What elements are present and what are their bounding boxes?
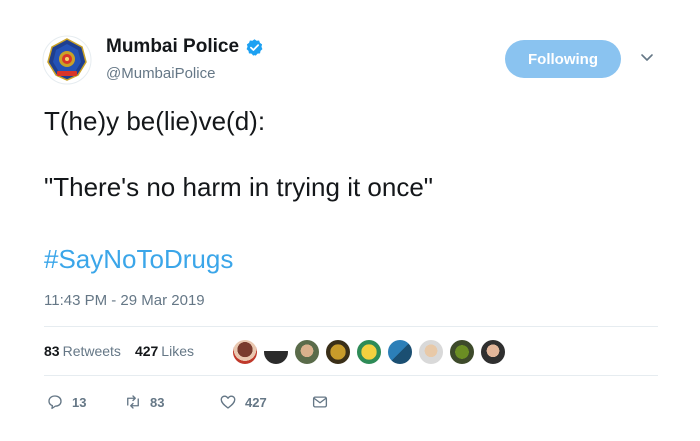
likes-count: 427 [134,343,159,359]
tweet-timestamp[interactable]: 11:43 PM - 29 Mar 2019 [44,292,205,309]
author-name-row: Mumbai Police [106,36,264,58]
liker-avatar[interactable] [480,339,506,365]
liker-avatar[interactable] [294,339,320,365]
retweet-button[interactable]: 83 [124,393,219,411]
following-button[interactable]: Following [505,40,621,78]
likes-label: Likes [161,343,194,359]
reply-count: 13 [72,394,87,410]
liker-avatar[interactable] [325,339,351,365]
retweets-stat[interactable]: 83 Retweets [44,343,121,359]
direct-message-button[interactable] [311,393,337,411]
verified-badge-icon [246,38,263,56]
likes-stat[interactable]: 427 Likes [135,343,194,359]
chevron-down-icon[interactable] [640,53,654,63]
like-button[interactable]: 427 [219,393,311,411]
author-handle[interactable]: @MumbaiPolice [106,65,215,82]
liker-avatar[interactable] [356,339,382,365]
hashtag-link[interactable]: #SayNoToDrugs [44,244,233,275]
envelope-icon [312,396,328,408]
author-avatar[interactable] [42,35,92,85]
tweet-text-line-2: "There's no harm in trying it once" [44,172,434,202]
liker-avatar[interactable] [232,339,258,365]
divider-bottom [44,375,658,376]
mumbai-police-emblem-icon [42,35,92,85]
tweet-actions: 13 83 427 [46,393,337,411]
liker-avatar[interactable] [263,339,289,365]
like-count: 427 [245,394,267,410]
reply-button[interactable]: 13 [46,393,124,411]
tweet-card: Mumbai Police @MumbaiPolice Following T(… [0,0,700,441]
tweet-text-line-1: T(he)y be(lie)ve(d): [44,106,266,136]
reply-icon [48,395,62,410]
retweets-count: 83 [44,343,60,359]
liker-avatar[interactable] [418,339,444,365]
heart-icon [220,395,236,409]
retweet-count: 83 [150,394,165,410]
engagement-stats: 83 Retweets 427 Likes [44,343,208,359]
liker-avatars [232,339,511,365]
divider-top [44,326,658,327]
author-name[interactable]: Mumbai Police [106,36,239,58]
retweet-icon [127,395,139,409]
retweets-label: Retweets [62,343,121,359]
liker-avatar[interactable] [387,339,413,365]
liker-avatar[interactable] [449,339,475,365]
